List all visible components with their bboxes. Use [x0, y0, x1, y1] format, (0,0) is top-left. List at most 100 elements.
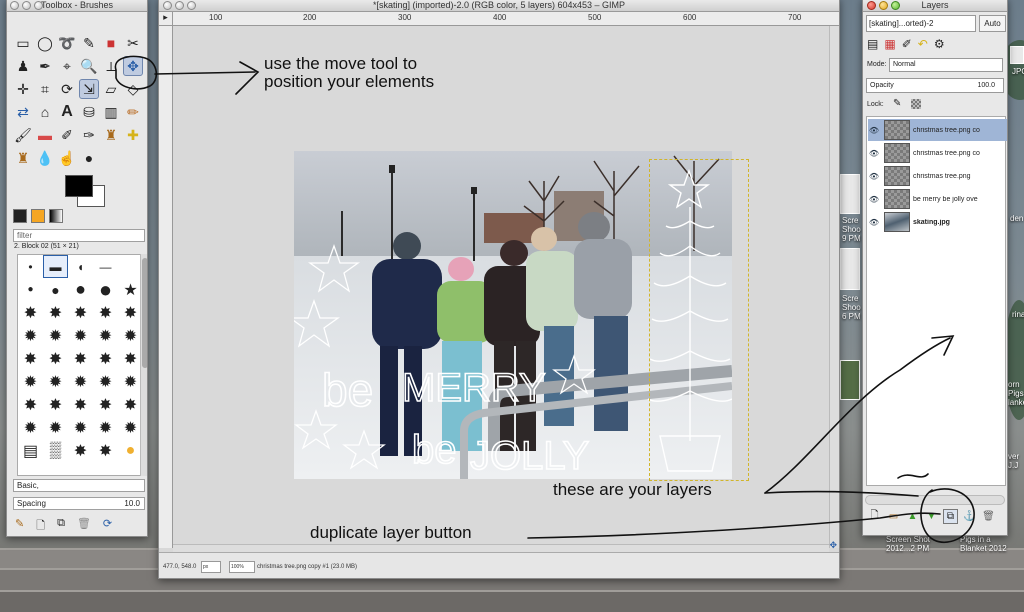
minimize-button[interactable]	[879, 1, 888, 10]
paintbrush-icon[interactable]: 🖌	[13, 125, 33, 145]
desktop-file-thumb[interactable]	[840, 248, 860, 290]
brush-preset[interactable]: ✸	[93, 393, 118, 416]
visibility-eye-icon[interactable]: 👁	[868, 126, 880, 135]
brush-preset[interactable]: ✸	[93, 439, 118, 462]
layer-thumbnail[interactable]	[884, 212, 910, 232]
brush-preset[interactable]: ✸	[68, 347, 93, 370]
edit-brush-icon[interactable]: ✎	[15, 517, 24, 536]
brush-preset[interactable]: ✸	[68, 439, 93, 462]
clone-icon[interactable]: ♜	[101, 125, 121, 145]
unit-select[interactable]: px	[201, 561, 221, 573]
visibility-eye-icon[interactable]: 👁	[868, 218, 880, 227]
blend-icon[interactable]: ▥	[101, 102, 121, 122]
brush-scrollbar[interactable]	[140, 254, 147, 476]
color-select-icon[interactable]: ■	[101, 33, 121, 53]
layer-name[interactable]: be merry be jolly ove	[913, 196, 993, 203]
brush-set-select[interactable]: Basic,	[13, 479, 145, 492]
fuzzy-select-icon[interactable]: ✎	[79, 33, 99, 53]
layer-name[interactable]: skating.jpg	[913, 219, 993, 226]
desktop-file-label[interactable]: orn Pigs lanke	[1008, 380, 1024, 407]
airbrush-icon[interactable]: ✐	[57, 125, 77, 145]
brush-preset[interactable]: ✹	[43, 416, 68, 439]
tab-brushes[interactable]	[13, 209, 27, 223]
rotate-icon[interactable]: ⟳	[57, 79, 77, 99]
refresh-brushes-icon[interactable]: ⟳	[103, 517, 112, 536]
perspective-clone-icon[interactable]: ♜	[13, 148, 33, 168]
pencil-icon[interactable]: ✏	[123, 102, 143, 122]
layer-row[interactable]: 👁 skating.jpg	[868, 211, 1007, 233]
vertical-ruler[interactable]	[159, 26, 173, 548]
desktop-file-thumb[interactable]	[1010, 46, 1024, 64]
layer-thumbnail[interactable]	[884, 143, 910, 163]
brush-preset[interactable]: ✸	[43, 393, 68, 416]
canvas-area[interactable]: be MERRY be JOLLY	[173, 26, 829, 548]
toolbox-titlebar[interactable]: Toolbox - Brushes	[7, 0, 147, 12]
layers-tab-icon[interactable]: ▤	[867, 37, 878, 51]
horizontal-scrollbar[interactable]	[173, 544, 829, 552]
delete-brush-icon[interactable]: 🗑	[77, 517, 91, 536]
brush-preset[interactable]: ✸	[93, 301, 118, 324]
quick-mask-corner[interactable]: ▸	[159, 12, 173, 26]
brush-preset[interactable]: ✸	[18, 393, 43, 416]
flip-icon[interactable]: ⇄	[13, 102, 33, 122]
brush-preset[interactable]: ✹	[68, 324, 93, 347]
brush-preset[interactable]: •	[18, 255, 43, 278]
tab-patterns[interactable]	[31, 209, 45, 223]
brush-preset[interactable]: ●	[43, 278, 68, 301]
raise-layer-icon[interactable]: ▲	[905, 509, 920, 524]
zoom-button[interactable]	[34, 1, 43, 10]
brush-preset[interactable]: ▬	[43, 255, 68, 278]
brush-preset[interactable]: ✹	[93, 324, 118, 347]
brush-preset[interactable]: ✸	[43, 301, 68, 324]
brush-preset[interactable]: ✹	[18, 324, 43, 347]
new-layer-group-icon[interactable]: ▭	[886, 509, 901, 524]
brush-preset[interactable]: ✸	[18, 301, 43, 324]
close-button[interactable]	[163, 1, 172, 10]
brush-preset[interactable]: ✹	[43, 370, 68, 393]
desktop-file-label[interactable]: Screen Shot 2012...2 PM	[886, 535, 930, 553]
layer-row[interactable]: 👁 christmas tree.png co	[868, 119, 1007, 141]
brush-preset[interactable]: ✸	[68, 301, 93, 324]
foreground-color-swatch[interactable]	[65, 175, 93, 197]
brush-preset[interactable]: ✸	[68, 393, 93, 416]
opacity-slider[interactable]: Opacity 100.0	[866, 78, 1004, 93]
layer-name[interactable]: christmas tree.png co	[913, 127, 993, 134]
channels-tab-icon[interactable]: ▦	[884, 37, 895, 51]
brush-preset[interactable]: ✹	[18, 416, 43, 439]
blur-icon[interactable]: 💧	[35, 148, 55, 168]
desktop-file-label[interactable]: Pigs in a Blanket 2012	[960, 535, 1007, 553]
layers-hscrollbar[interactable]	[865, 495, 1005, 505]
duplicate-layer-icon[interactable]: ⧉	[943, 509, 958, 524]
dodge-burn-icon[interactable]: ●	[79, 148, 99, 168]
layer-thumbnail[interactable]	[884, 189, 910, 209]
paths-tab-icon[interactable]: ✐	[902, 37, 912, 51]
text-icon[interactable]: A	[57, 102, 77, 122]
layer-row[interactable]: 👁 be merry be jolly ove	[868, 188, 1007, 210]
navigate-icon[interactable]: ✥	[829, 540, 837, 551]
zoom-icon[interactable]: 🔍	[79, 56, 99, 76]
brush-preset[interactable]: ✹	[93, 370, 118, 393]
desktop-file-thumb[interactable]	[840, 360, 860, 400]
visibility-eye-icon[interactable]: 👁	[868, 172, 880, 181]
bucket-fill-icon[interactable]: ⛁	[79, 102, 99, 122]
visibility-eye-icon[interactable]: 👁	[868, 149, 880, 158]
lower-layer-icon[interactable]: ▼	[924, 509, 939, 524]
brush-preset[interactable]: ▒	[43, 439, 68, 462]
eraser-icon[interactable]: ▬	[35, 125, 55, 145]
brush-preset[interactable]: ▤	[18, 439, 43, 462]
close-button[interactable]	[10, 1, 19, 10]
brush-preset[interactable]: —	[93, 255, 118, 278]
zoom-button[interactable]	[187, 1, 196, 10]
foreground-select-icon[interactable]: ♟	[13, 56, 33, 76]
zoom-select[interactable]: 100%	[229, 561, 255, 573]
measure-icon[interactable]: ⟂	[101, 56, 121, 76]
shear-icon[interactable]: ▱	[101, 79, 121, 99]
smudge-icon[interactable]: ☝	[57, 148, 77, 168]
color-picker-icon[interactable]: ⌖	[57, 56, 77, 76]
brush-filter-input[interactable]: filter	[13, 229, 145, 242]
desktop-file-label[interactable]: den	[1010, 214, 1023, 223]
layer-row[interactable]: 👁 christmas tree.png	[868, 165, 1007, 187]
paths-icon[interactable]: ✒	[35, 56, 55, 76]
new-brush-icon[interactable]: 🗋	[36, 517, 45, 536]
brush-preset[interactable]: ●	[18, 278, 43, 301]
